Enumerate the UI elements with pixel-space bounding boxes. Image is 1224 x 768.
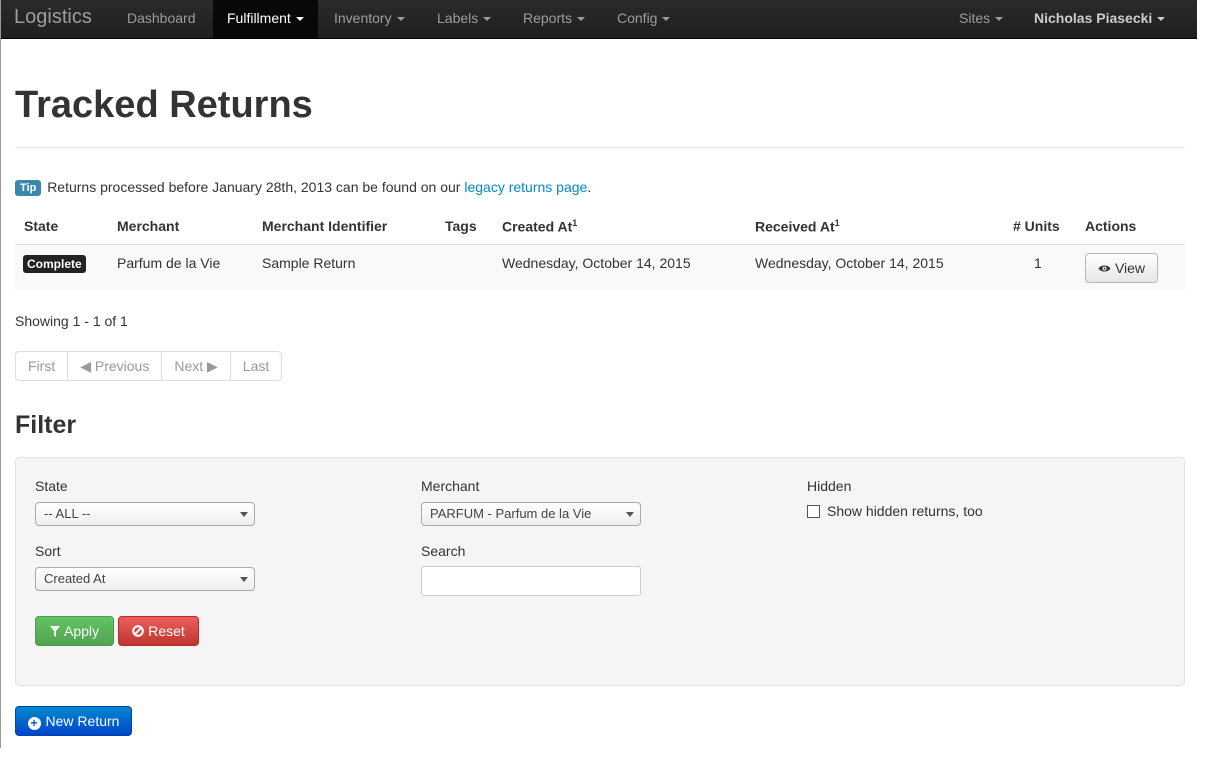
- result-count: Showing 1 - 1 of 1: [15, 313, 128, 329]
- nav-fulfillment-label: Fulfillment: [227, 10, 291, 26]
- footnote-mark: 1: [572, 218, 578, 228]
- nav-sites[interactable]: Sites: [945, 0, 1017, 38]
- state-label: State: [35, 478, 68, 494]
- col-header-state: State: [24, 218, 59, 234]
- cell-created-at: Wednesday, October 14, 2015: [502, 255, 691, 271]
- col-header-received-at: Received At1: [755, 218, 840, 235]
- top-navbar: Logistics Dashboard Fulfillment Inventor…: [1, 0, 1197, 39]
- filter-icon: [49, 617, 60, 645]
- apply-button[interactable]: Apply: [35, 616, 114, 646]
- page-frame: Logistics Dashboard Fulfillment Inventor…: [0, 0, 1197, 748]
- nav-sites-label: Sites: [959, 10, 991, 26]
- tip-text: Returns processed before January 28th, 2…: [47, 179, 461, 195]
- merchant-select[interactable]: PARFUM - Parfum de la Vie: [421, 502, 641, 526]
- pager-last[interactable]: Last: [229, 351, 283, 381]
- col-header-tags: Tags: [445, 218, 477, 234]
- received-at-label: Received At: [755, 218, 835, 235]
- pager-first[interactable]: First: [15, 351, 69, 381]
- chevron-down-icon: [577, 17, 586, 22]
- tip-end: .: [587, 179, 592, 195]
- nav-dashboard-label: Dashboard: [127, 10, 196, 26]
- nav-dashboard[interactable]: Dashboard: [113, 0, 210, 38]
- merchant-select-value: PARFUM - Parfum de la Vie: [430, 506, 592, 521]
- merchant-label: Merchant: [421, 478, 480, 494]
- plus-circle-icon: +: [27, 717, 41, 730]
- sort-select-value: Created At: [44, 571, 106, 586]
- nav-labels-label: Labels: [437, 10, 479, 26]
- tip-line: Tip Returns processed before January 28t…: [15, 179, 591, 196]
- reset-button[interactable]: Reset: [118, 616, 199, 646]
- pager-previous[interactable]: ◀ Previous: [67, 351, 163, 381]
- col-header-merchant-identifier: Merchant Identifier: [262, 218, 388, 234]
- chevron-down-icon: [295, 17, 304, 22]
- chevron-down-icon: [662, 17, 671, 22]
- tip-badge: Tip: [15, 180, 42, 196]
- nav-fulfillment[interactable]: Fulfillment: [213, 0, 318, 38]
- status-badge: Complete: [23, 255, 86, 273]
- nav-config-label: Config: [617, 10, 658, 26]
- cell-identifier: Sample Return: [262, 255, 356, 271]
- hidden-label: Hidden: [807, 478, 852, 494]
- state-select[interactable]: -- ALL --: [35, 502, 255, 526]
- cell-received-at: Wednesday, October 14, 2015: [755, 255, 944, 271]
- cell-units: 1: [1034, 255, 1042, 271]
- nav-user-label: Nicholas Piasecki: [1034, 10, 1153, 26]
- page-title: Tracked Returns: [15, 84, 313, 126]
- reset-button-label: Reset: [148, 623, 185, 639]
- sort-label: Sort: [35, 543, 61, 559]
- nav-config[interactable]: Config: [603, 0, 684, 38]
- search-input[interactable]: [421, 566, 641, 596]
- nav-inventory[interactable]: Inventory: [320, 0, 419, 38]
- col-header-created-at: Created At1: [502, 218, 577, 235]
- pagination: First ◀ Previous Next ▶ Last: [15, 351, 283, 381]
- pager-next[interactable]: Next ▶: [161, 351, 231, 381]
- apply-button-label: Apply: [63, 623, 100, 639]
- search-label: Search: [421, 543, 466, 559]
- nav-reports[interactable]: Reports: [509, 0, 599, 38]
- col-header-merchant: Merchant: [117, 218, 180, 234]
- legacy-returns-link[interactable]: legacy returns page: [464, 179, 587, 195]
- col-header-actions: Actions: [1085, 218, 1137, 234]
- created-at-label: Created At: [502, 218, 573, 235]
- chevron-down-icon: [483, 17, 492, 22]
- cell-merchant: Parfum de la Vie: [117, 255, 221, 271]
- nav-labels[interactable]: Labels: [423, 0, 505, 38]
- brand-logo[interactable]: Logistics: [14, 6, 92, 29]
- nav-user-menu[interactable]: Nicholas Piasecki: [1020, 0, 1179, 38]
- new-return-label: New Return: [45, 713, 120, 729]
- sort-select[interactable]: Created At: [35, 567, 255, 591]
- filter-heading: Filter: [15, 411, 77, 439]
- nav-reports-label: Reports: [523, 10, 573, 26]
- show-hidden-label[interactable]: Show hidden returns, too: [827, 503, 983, 519]
- footnote-mark: 1: [834, 218, 840, 228]
- title-divider: [15, 147, 1185, 148]
- eye-icon: [1098, 255, 1111, 283]
- dropdown-arrow-icon: [240, 512, 248, 517]
- chevron-down-icon: [995, 17, 1004, 22]
- ban-icon: [132, 617, 145, 645]
- state-select-value: -- ALL --: [44, 506, 91, 521]
- view-button-label: View: [1114, 260, 1146, 276]
- view-button[interactable]: View: [1085, 253, 1158, 283]
- new-return-button[interactable]: + New Return: [15, 706, 132, 736]
- dropdown-arrow-icon: [240, 577, 248, 582]
- chevron-down-icon: [396, 17, 405, 22]
- col-header-units: # Units: [1013, 218, 1060, 234]
- chevron-down-icon: [1157, 17, 1166, 22]
- nav-inventory-label: Inventory: [334, 10, 392, 26]
- dropdown-arrow-icon: [626, 512, 634, 517]
- show-hidden-checkbox[interactable]: [807, 505, 820, 518]
